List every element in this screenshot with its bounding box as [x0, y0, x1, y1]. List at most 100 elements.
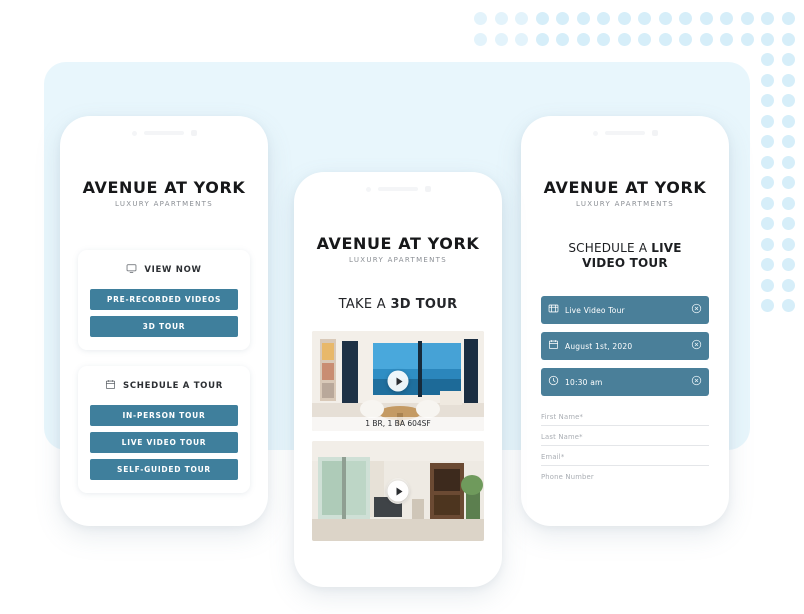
decorative-dot [781, 155, 795, 169]
decorative-dot [781, 12, 795, 25]
decorative-dot [638, 32, 651, 46]
decorative-dot [781, 196, 795, 210]
decorative-dot [761, 237, 774, 251]
front-camera-icon [365, 186, 371, 192]
decorative-dot [761, 176, 774, 189]
decorative-dot [761, 32, 774, 46]
brand-subtitle: LUXURY APARTMENTS [575, 200, 674, 208]
in-person-tour-button[interactable]: IN-PERSON TOUR [90, 405, 238, 426]
decorative-dot [720, 12, 733, 25]
phone-notch [60, 129, 268, 137]
phone-number-field[interactable]: Phone Number [541, 466, 709, 485]
clock-icon [548, 373, 559, 391]
schedule-tour-card-header: SCHEDULE A TOUR [90, 377, 238, 395]
page-title-plain: TAKE A [338, 297, 391, 312]
close-circle-icon[interactable] [691, 301, 702, 319]
live-video-tour-button[interactable]: LIVE VIDEO TOUR [90, 432, 238, 453]
brand-subtitle: LUXURY APARTMENTS [114, 200, 213, 208]
decorative-dot [535, 12, 549, 25]
first-name-field[interactable]: First Name* [541, 406, 709, 426]
view-now-card-header: VIEW NOW [90, 261, 238, 279]
schedule-tour-card: SCHEDULE A TOUR IN-PERSON TOUR LIVE VIDE… [78, 366, 250, 493]
decorative-dot [761, 73, 774, 87]
phone-notch [521, 129, 729, 137]
decorative-dot [761, 114, 774, 128]
decorative-dot [781, 53, 795, 66]
selected-options-list: Live Video Tour August 1st, 2020 10:30 a… [521, 296, 729, 396]
brand-subtitle: LUXURY APARTMENTS [348, 256, 447, 264]
front-camera-icon [131, 130, 137, 136]
decorative-dot [576, 12, 590, 25]
play-icon[interactable] [387, 370, 409, 392]
chip-time[interactable]: 10:30 am [541, 368, 709, 396]
chip-live-video-tour[interactable]: Live Video Tour [541, 296, 709, 324]
brand-title: AVENUE AT YORK [316, 234, 480, 253]
decorative-dot [474, 12, 487, 25]
last-name-field[interactable]: Last Name* [541, 426, 709, 446]
decorative-dot [781, 32, 795, 46]
decorative-dot [781, 114, 795, 128]
page-title-line2: VIDEO TOUR [582, 256, 668, 270]
decorative-dot [740, 32, 754, 46]
decorative-dot [761, 135, 774, 148]
decorative-dot [617, 32, 631, 46]
page-root: AVENUE AT YORK LUXURY APARTMENTS VIEW NO… [0, 0, 804, 614]
close-circle-icon[interactable] [691, 337, 702, 355]
decorative-dot [515, 12, 528, 25]
page-title-line1: SCHEDULE A LIVE [521, 241, 729, 256]
living-room-video[interactable] [312, 441, 484, 541]
phone-3d-tour: AVENUE AT YORK LUXURY APARTMENTS TAKE A … [294, 172, 502, 587]
page-title-plain: SCHEDULE A [568, 241, 652, 255]
3d-tour-button[interactable]: 3D TOUR [90, 316, 238, 337]
play-icon[interactable] [387, 480, 409, 502]
decorative-dot [515, 32, 528, 46]
email-field[interactable]: Email* [541, 446, 709, 466]
chip-date[interactable]: August 1st, 2020 [541, 332, 709, 360]
decorative-dot [761, 299, 774, 312]
decorative-dot [638, 12, 651, 25]
decorative-dot [699, 12, 713, 25]
decorative-dot [658, 12, 672, 25]
brand-title: AVENUE AT YORK [543, 178, 707, 197]
decorative-dot [781, 94, 795, 107]
earpiece-speaker-icon [377, 187, 418, 191]
decorative-dot [679, 32, 692, 46]
self-guided-tour-button[interactable]: SELF-GUIDED TOUR [90, 459, 238, 480]
decorative-dot [781, 258, 795, 271]
decorative-dot [474, 32, 487, 46]
decorative-dot [494, 12, 508, 25]
decorative-dot [597, 12, 610, 25]
decorative-dot [699, 32, 713, 46]
contact-form: First Name* Last Name* Email* Phone Numb… [521, 406, 729, 485]
brand-header: AVENUE AT YORK LUXURY APARTMENTS [521, 178, 729, 208]
decorative-dot [494, 32, 508, 46]
brand-header: AVENUE AT YORK LUXURY APARTMENTS [60, 178, 268, 208]
phone-schedule-form: AVENUE AT YORK LUXURY APARTMENTS SCHEDUL… [521, 116, 729, 526]
sensor-icon [190, 130, 197, 136]
decorative-dot [781, 237, 795, 251]
close-circle-icon[interactable] [691, 373, 702, 391]
sensor-icon [651, 130, 658, 136]
decorative-dot [761, 196, 774, 210]
decorative-dot [679, 12, 692, 25]
decorative-dot [781, 176, 795, 189]
pre-recorded-videos-button[interactable]: PRE-RECORDED VIDEOS [90, 289, 238, 310]
decorative-dot [781, 73, 795, 87]
earpiece-speaker-icon [604, 131, 645, 135]
phone-notch [294, 185, 502, 193]
calendar-icon [105, 377, 116, 395]
schedule-tour-title: SCHEDULE A TOUR [123, 381, 223, 391]
decorative-dot [761, 278, 774, 292]
unit-video-corner-window[interactable]: 1 BR, 1 BA 604SF [312, 331, 484, 431]
brand-header: AVENUE AT YORK LUXURY APARTMENTS [294, 234, 502, 264]
decorative-dot [720, 32, 733, 46]
view-now-title: VIEW NOW [144, 265, 202, 275]
sensor-icon [424, 186, 431, 192]
decorative-dot [535, 32, 549, 46]
decorative-dot [761, 53, 774, 66]
decorative-dot [576, 32, 590, 46]
media-caption: 1 BR, 1 BA 604SF [312, 417, 484, 431]
earpiece-speaker-icon [143, 131, 184, 135]
front-camera-icon [592, 130, 598, 136]
page-title: SCHEDULE A LIVE VIDEO TOUR [521, 241, 729, 271]
